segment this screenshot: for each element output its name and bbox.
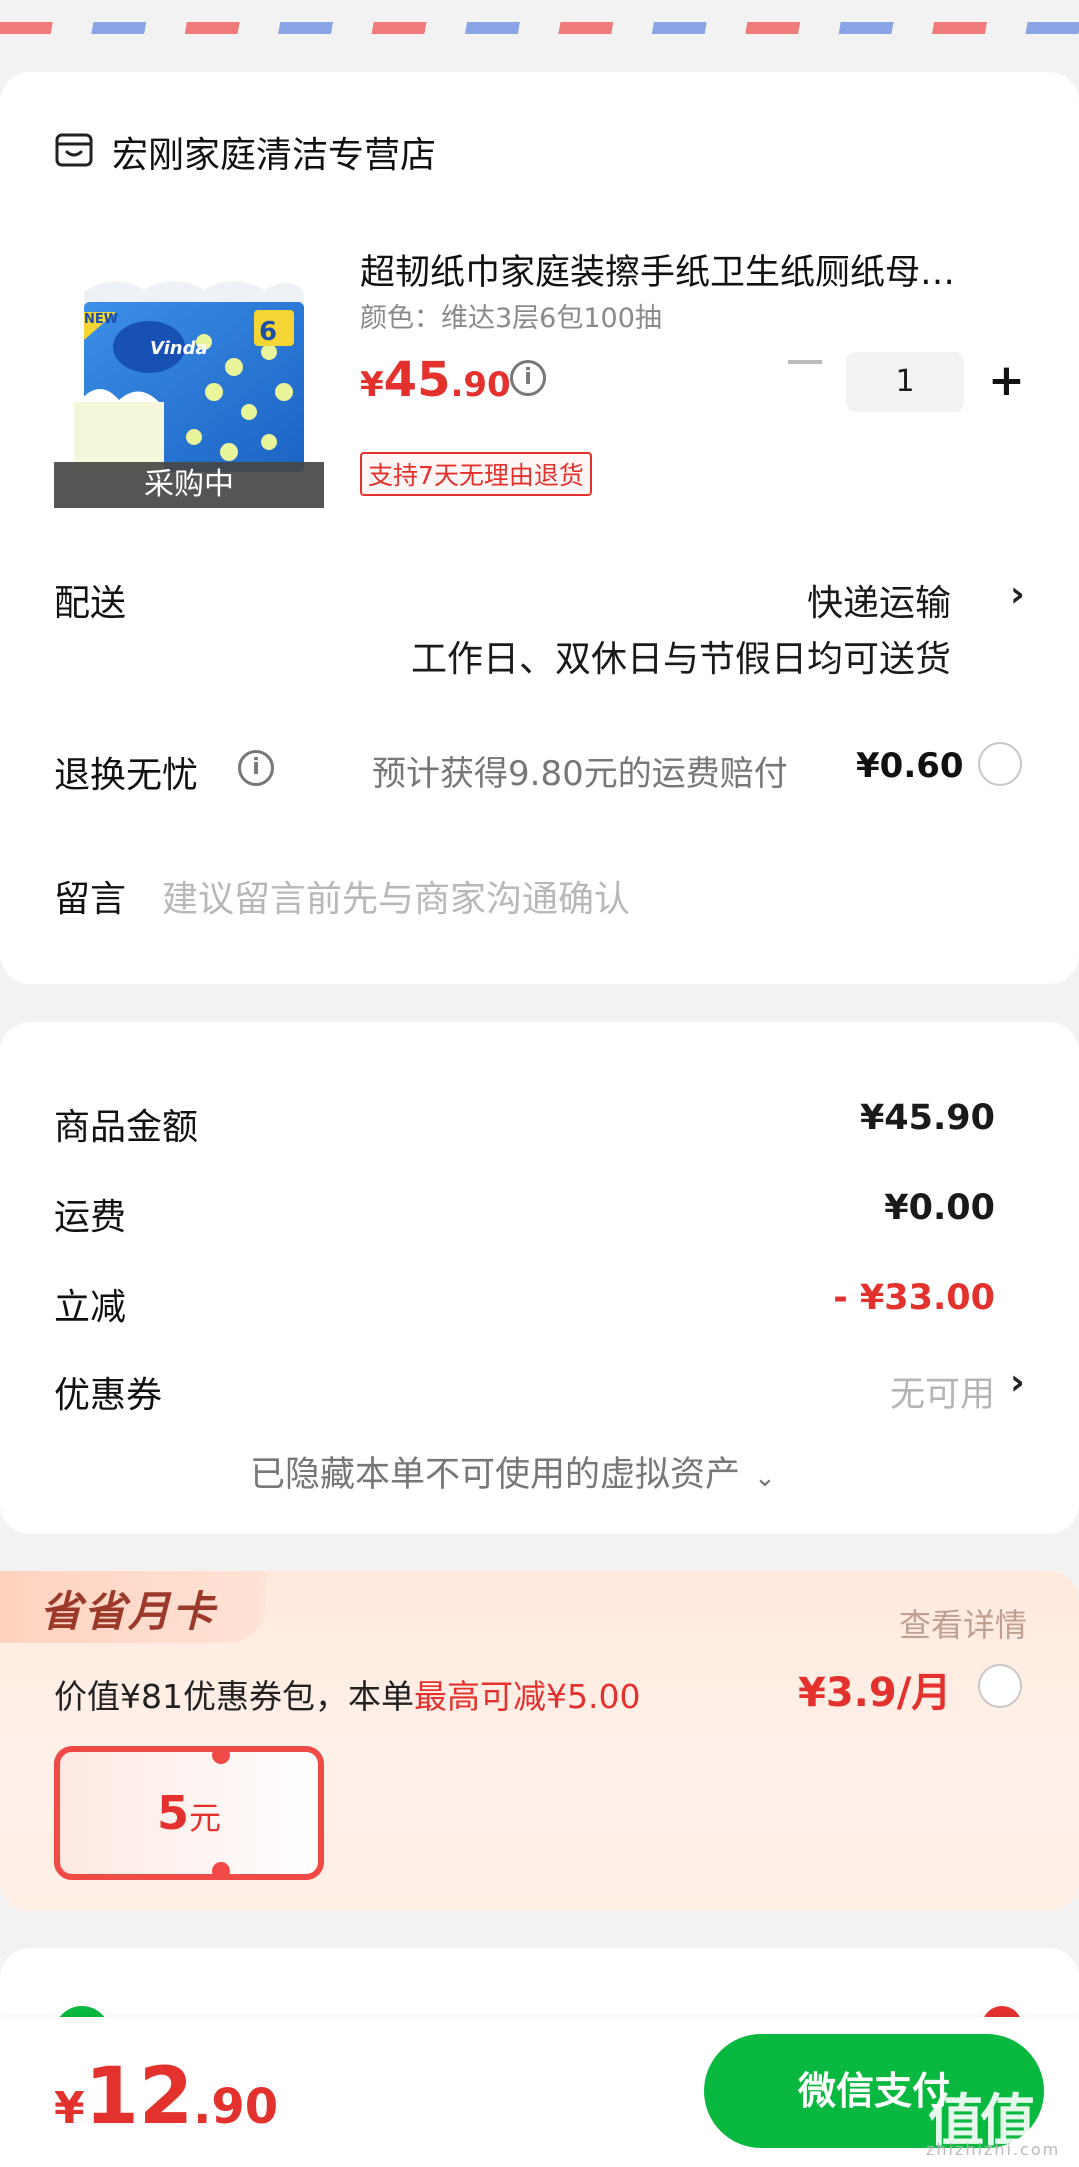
goods-amount-label: 商品金额 — [54, 1107, 199, 1148]
coupon-value[interactable]: 无可用 — [890, 1366, 995, 1417]
total-price: ¥12.90 — [54, 2052, 279, 2142]
svg-text:6: 6 — [259, 317, 277, 347]
message-label: 留言 — [54, 879, 127, 920]
discount-value: - ¥33.00 — [833, 1278, 995, 1318]
monthly-card-desc: 价值¥81优惠券包，本单最高可减¥5.00 — [54, 1677, 641, 1716]
coupon-chevron-icon[interactable]: › — [1010, 1362, 1025, 1403]
insurance-price: ¥0.60 — [856, 746, 964, 786]
monthly-card-radio[interactable] — [978, 1664, 1022, 1708]
coupon-amount: 5元 — [156, 1786, 222, 1840]
product-price: ¥45.90 — [360, 352, 511, 408]
insurance-radio[interactable] — [978, 742, 1022, 786]
store-name[interactable]: 宏刚家庭清洁专营店 — [112, 126, 436, 178]
delivery-method[interactable]: 快递运输 — [807, 574, 951, 626]
insurance-info-icon[interactable]: i — [238, 750, 274, 786]
monthly-card-badge-text: 省省月卡 — [40, 1587, 217, 1636]
price-info-icon[interactable]: i — [510, 360, 546, 396]
chevron-right-icon[interactable]: › — [1010, 574, 1025, 615]
insurance-label: 退换无忧 — [54, 755, 199, 796]
quantity-increase-button[interactable]: + — [988, 356, 1025, 406]
monthly-card-details-link[interactable]: 查看详情 — [899, 1600, 1027, 1646]
airmail-stripes — [0, 22, 1079, 34]
insurance-desc: 预计获得9.80元的运费赔付 — [372, 754, 788, 794]
airmail-border — [0, 0, 1079, 34]
monthly-card-price: ¥3.9/月 — [798, 1670, 952, 1716]
order-item-card — [0, 72, 1079, 984]
shipping-label: 运费 — [54, 1197, 127, 1238]
message-input[interactable]: 建议留言前先与商家沟通确认 — [162, 870, 630, 922]
store-icon — [55, 133, 93, 167]
quantity-input[interactable]: 1 — [846, 352, 964, 412]
product-image-brand: Vinda — [150, 338, 208, 359]
quantity-decrease-button[interactable] — [788, 360, 822, 364]
delivery-label: 配送 — [54, 583, 127, 624]
hidden-assets-text: 已隐藏本单不可使用的虚拟资产 — [250, 1455, 741, 1495]
watermark-url: zhizhizhi.com — [926, 2140, 1061, 2159]
chevron-down-icon: ⌄ — [754, 1463, 776, 1493]
hidden-assets-toggle[interactable]: 已隐藏本单不可使用的虚拟资产 ⌄ — [250, 1446, 776, 1497]
shipping-value: ¥0.00 — [884, 1188, 995, 1228]
product-spec[interactable]: 颜色：维达3层6包100抽 — [360, 296, 662, 335]
goods-amount-value: ¥45.90 — [859, 1098, 995, 1138]
delivery-note: 工作日、双休日与节假日均可送货 — [410, 639, 951, 680]
product-image-tag: NEW — [84, 312, 119, 327]
return-policy-badge: 支持7天无理由退货 — [360, 452, 592, 496]
discount-label: 立减 — [54, 1287, 127, 1328]
coupon-label: 优惠券 — [54, 1375, 163, 1416]
product-title[interactable]: 超韧纸巾家庭装擦手纸卫生纸厕纸母… — [360, 244, 1020, 295]
purchasing-overlay: 采购中 — [54, 462, 324, 508]
